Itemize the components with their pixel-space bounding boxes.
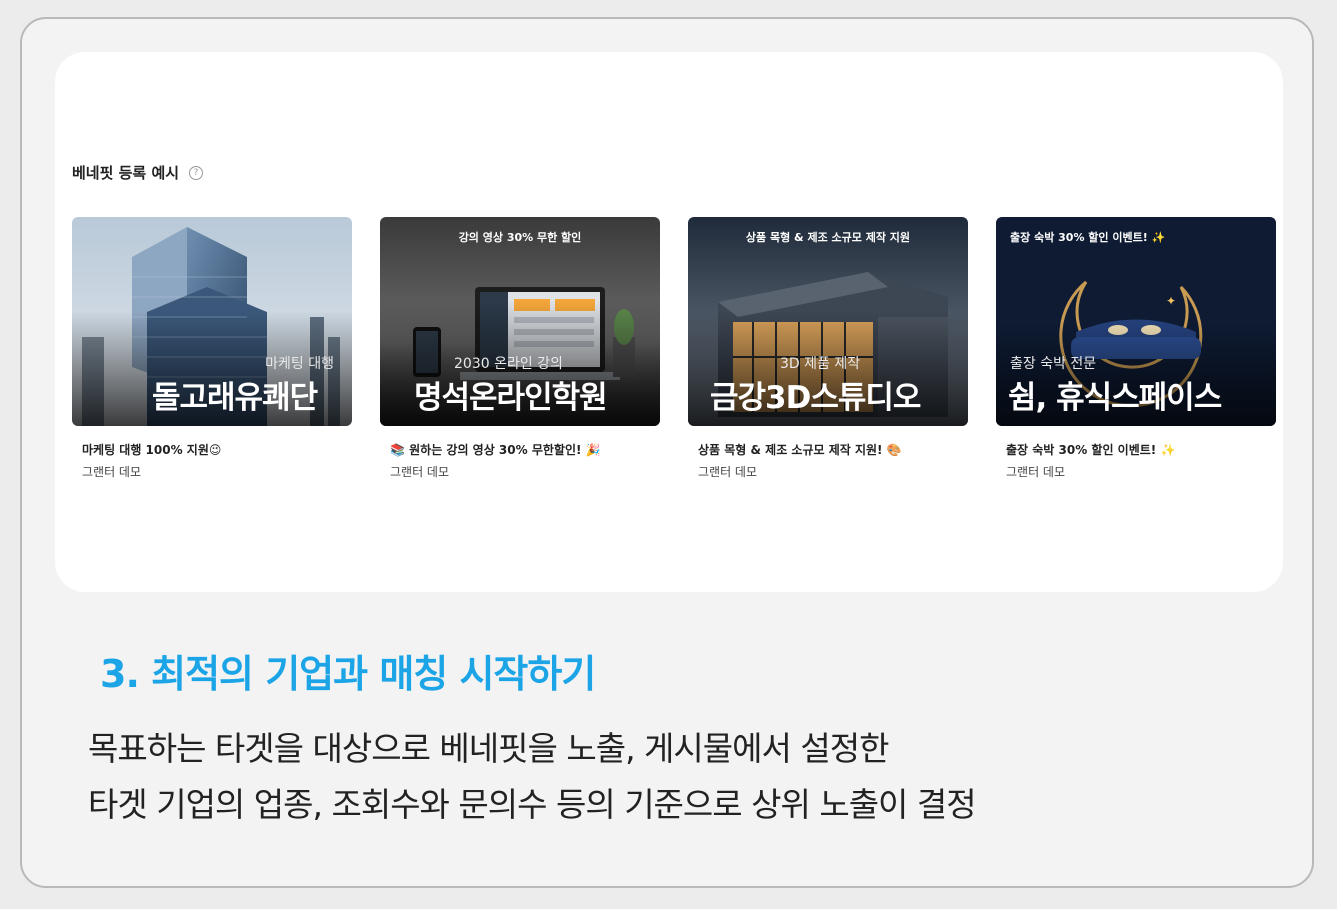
section-title: 베네핏 등록 예시 ?: [72, 162, 204, 183]
benefit-card-2[interactable]: 강의 영상 30% 무한 할인 2030 온라인 강의 명석온라인학원 📚 원하…: [380, 217, 660, 479]
step-heading: 3. 최적의 기업과 매칭 시작하기: [100, 652, 596, 696]
benefit-card-3[interactable]: 상품 목형 & 제조 소규모 제작 지원 3D 제품 제작 금강3D스튜디오 상…: [688, 217, 968, 479]
card-author: 그랜터 데모: [82, 465, 142, 479]
card-sub-label: 출장 숙박 전문: [1010, 356, 1097, 372]
help-icon[interactable]: ?: [189, 165, 204, 180]
card-thumbnail: 마케팅 대행 돌고래유쾌단: [72, 217, 352, 426]
card-description: 출장 숙박 30% 할인 이벤트! ✨: [1006, 443, 1176, 457]
body-text-line-2: 타겟 기업의 업종, 조회수와 문의수 등의 기준으로 상위 노출이 결정: [88, 785, 977, 824]
card-big-label: 쉼, 휴식스페이스: [1008, 380, 1222, 416]
card-big-label: 돌고래유쾌단: [152, 380, 318, 416]
card-sub-label: 3D 제품 제작: [780, 356, 861, 372]
card-author: 그랜터 데모: [698, 465, 758, 479]
card-description: 📚 원하는 강의 영상 30% 무한할인! 🎉: [390, 443, 601, 457]
card-sub-label: 마케팅 대행: [265, 356, 334, 372]
card-thumbnail: 상품 목형 & 제조 소규모 제작 지원 3D 제품 제작 금강3D스튜디오: [688, 217, 968, 426]
card-description: 마케팅 대행 100% 지원😉: [82, 443, 222, 457]
section-title-text: 베네핏 등록 예시: [72, 164, 180, 182]
card-big-label: 명석온라인학원: [414, 380, 608, 416]
card-thumbnail: ✦ 출장 숙박 30% 할인 이벤트! ✨ 출장 숙박 전문 쉼, 휴식스페이스: [996, 217, 1276, 426]
card-top-label: 상품 목형 & 제조 소규모 제작 지원: [745, 231, 911, 244]
card-thumbnail: 강의 영상 30% 무한 할인 2030 온라인 강의 명석온라인학원: [380, 217, 660, 426]
benefit-card-4[interactable]: ✦ 출장 숙박 30% 할인 이벤트! ✨ 출장 숙박 전문 쉼, 휴식스페이스…: [996, 217, 1276, 479]
card-description: 상품 목형 & 제조 소규모 제작 지원! 🎨: [698, 443, 902, 457]
card-author: 그랜터 데모: [1006, 465, 1066, 479]
card-big-label: 금강3D스튜디오: [710, 380, 921, 416]
card-top-label: 출장 숙박 30% 할인 이벤트! ✨: [1010, 231, 1166, 244]
card-top-label: 강의 영상 30% 무한 할인: [458, 231, 582, 244]
card-sub-label: 2030 온라인 강의: [454, 356, 563, 372]
benefit-card-1[interactable]: 마케팅 대행 돌고래유쾌단 마케팅 대행 100% 지원😉 그랜터 데모: [72, 217, 352, 479]
body-text-line-1: 목표하는 타겟을 대상으로 베네핏을 노출, 게시물에서 설정한: [88, 729, 889, 768]
card-author: 그랜터 데모: [390, 465, 450, 479]
